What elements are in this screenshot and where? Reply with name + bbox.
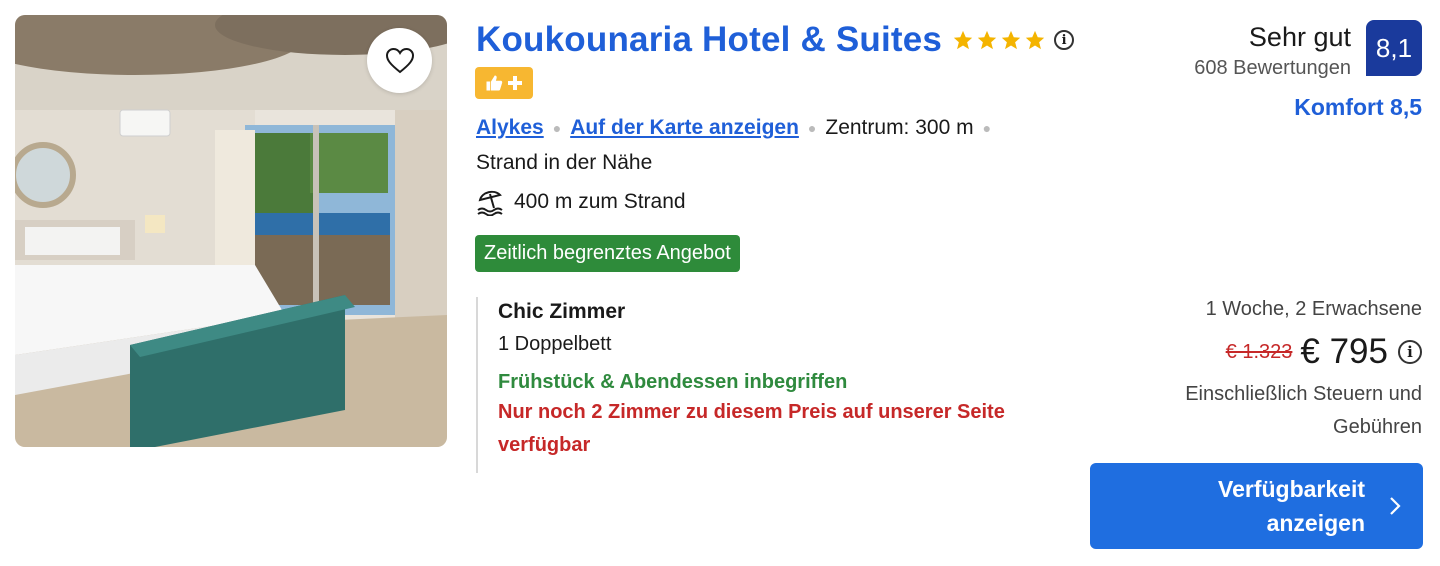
room-details: Chic Zimmer 1 Doppelbett Frühstück & Abe… — [476, 297, 1018, 473]
hotel-name-link[interactable]: Koukounaria Hotel & Suites — [476, 20, 942, 60]
separator-dot: ● — [807, 120, 817, 136]
comfort-score: Komfort 8,5 — [1294, 94, 1422, 120]
cta-label: Verfügbarkeit anzeigen — [1218, 476, 1365, 536]
star-icon — [1001, 30, 1021, 50]
heart-icon — [385, 47, 414, 73]
beach-distance-row: 400 m zum Strand — [476, 188, 686, 216]
tax-note: Einschließlich Steuern und Gebühren — [1185, 383, 1422, 438]
see-availability-button[interactable]: Verfügbarkeit anzeigen — [1090, 463, 1423, 549]
beach-distance-text: 400 m zum Strand — [514, 190, 686, 213]
star-icon — [977, 30, 997, 50]
show-on-map-link[interactable]: Auf der Karte anzeigen — [570, 116, 799, 140]
star-icon — [1025, 30, 1045, 50]
area-link[interactable]: Alykes — [476, 116, 544, 140]
stay-details: 1 Woche, 2 Erwachsene — [1205, 298, 1422, 320]
separator-dot: ● — [552, 120, 562, 136]
limited-offer-badge: Zeitlich begrenztes Angebot — [475, 235, 740, 272]
separator-dot: ● — [982, 120, 992, 136]
scarcity-message: Nur noch 2 Zimmer zu diesem Preis auf un… — [498, 401, 1005, 456]
review-count[interactable]: 608 Bewertungen — [1194, 57, 1351, 80]
original-price: € 1.323 — [1225, 340, 1293, 363]
bed-type: 1 Doppelbett — [498, 333, 612, 355]
price-info-icon[interactable]: i — [1398, 340, 1422, 364]
chevron-right-icon — [1390, 497, 1401, 515]
current-price: € 795 — [1300, 332, 1388, 371]
star-icon — [953, 30, 973, 50]
promo-badge[interactable] — [475, 67, 533, 99]
room-name: Chic Zimmer — [498, 300, 626, 323]
info-icon[interactable]: i — [1054, 30, 1075, 50]
location-row: Alykes ● Auf der Karte anzeigen ● Zentru… — [476, 116, 1000, 140]
title-row: Koukounaria Hotel & Suites i — [476, 20, 1075, 60]
rating-label: Sehr gut — [1248, 22, 1351, 52]
center-distance: Zentrum: 300 m — [825, 116, 974, 139]
plus-icon — [508, 76, 522, 90]
favorite-button[interactable] — [367, 28, 432, 93]
beach-umbrella-icon — [477, 190, 503, 216]
price-row: € 1.323 € 795 i — [1226, 332, 1422, 372]
thumbs-up-icon — [486, 75, 503, 91]
meals-included: Frühstück & Abendessen inbegriffen — [498, 371, 848, 393]
star-rating — [952, 29, 1046, 51]
review-score-badge[interactable]: 8,1 — [1366, 20, 1422, 76]
beach-nearby-text: Strand in der Nähe — [476, 151, 653, 174]
